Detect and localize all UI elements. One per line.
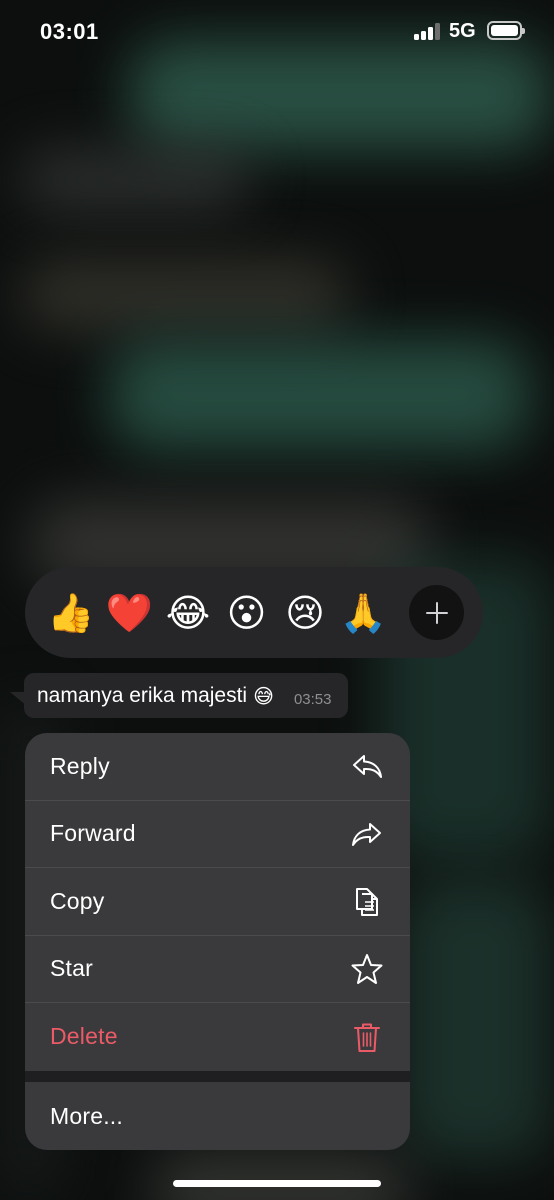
reaction-folded-hands[interactable]: 🙏 [339,584,389,642]
status-bar: 03:01 5G [0,0,554,64]
battery-icon [487,21,525,40]
reaction-bar: 👍 ❤️ 😂 😮 😢 🙏 [25,567,483,658]
star-icon [350,952,384,986]
menu-item-label: Forward [50,820,136,847]
plus-icon [425,601,448,624]
reaction-thumbs-up[interactable]: 👍 [46,584,96,642]
menu-item-reply[interactable]: Reply [25,733,410,801]
menu-item-star[interactable]: Star [25,936,410,1003]
add-reaction-button[interactable] [409,585,464,640]
reaction-crying-face[interactable]: 😢 [280,584,330,642]
menu-item-label: Delete [50,1023,118,1050]
menu-item-more[interactable]: More... [25,1082,410,1151]
status-time: 03:01 [40,19,99,44]
message-timestamp: 03:53 [293,691,332,708]
reply-icon [350,749,384,783]
message-bubble[interactable]: namanya erika majesti 😅 03:53 [24,673,348,718]
menu-item-label: More... [50,1102,123,1129]
reaction-open-mouth[interactable]: 😮 [222,584,272,642]
network-type: 5G [449,20,476,42]
menu-item-label: Copy [50,887,105,914]
home-indicator[interactable] [173,1180,381,1187]
menu-separator [25,1070,410,1082]
menu-item-copy[interactable]: Copy [25,868,410,936]
context-menu: Reply Forward Copy Star Delete More... [25,733,410,1150]
menu-item-forward[interactable]: Forward [25,801,410,868]
reaction-red-heart[interactable]: ❤️ [105,584,155,642]
trash-icon [350,1020,384,1054]
menu-item-label: Star [50,955,93,982]
forward-icon [350,817,384,851]
message-text: namanya erika majesti [37,683,248,707]
copy-icon [350,884,384,918]
screen: 03:01 5G 👍 ❤️ 😂 😮 😢 🙏 namanya erika maje… [0,0,554,1200]
menu-item-label: Reply [50,752,110,779]
menu-item-delete[interactable]: Delete [25,1003,410,1071]
message-emoji: 😅 [253,683,274,708]
cellular-signal-icon [414,22,442,40]
reaction-tears-of-joy[interactable]: 😂 [163,584,213,642]
